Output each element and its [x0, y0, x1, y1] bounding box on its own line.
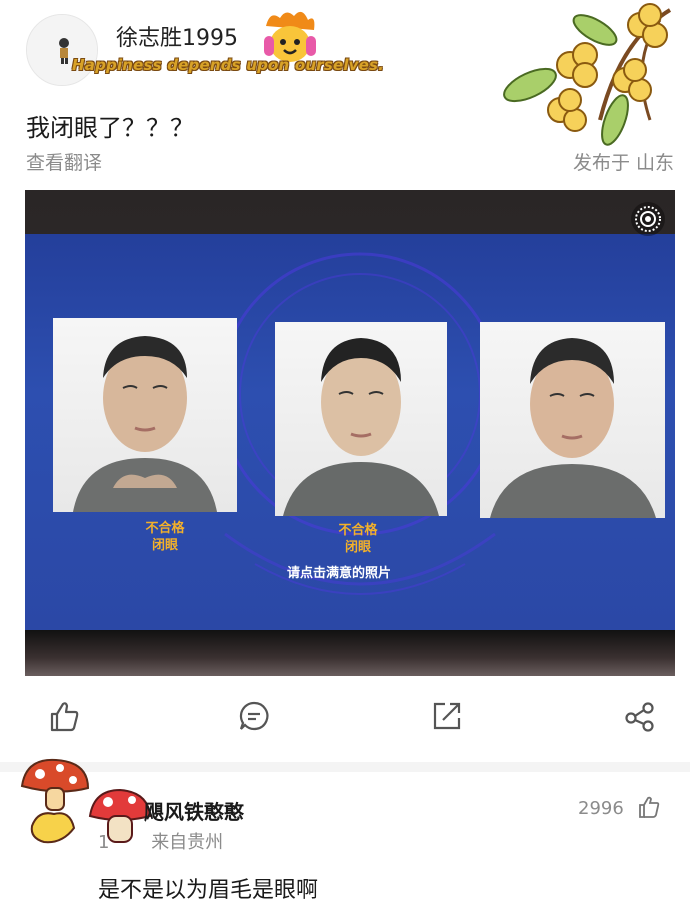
- comment-like-count: 2996: [578, 798, 624, 819]
- post-text: 我闭眼了？？？: [26, 114, 194, 142]
- live-photo-icon[interactable]: [631, 202, 665, 236]
- photo-1-status-label: 不合格: [145, 521, 185, 536]
- author-avatar[interactable]: [26, 14, 98, 86]
- more-icon[interactable]: [620, 696, 660, 736]
- photo-2-status-reason: 闭眼: [344, 540, 371, 555]
- like-icon[interactable]: [44, 696, 84, 736]
- mushroom-decoration-icon: [18, 756, 90, 848]
- avatar-figure-icon: [27, 15, 97, 85]
- portrait-1-icon: [73, 336, 217, 512]
- comment-icon[interactable]: [234, 696, 274, 736]
- translate-link[interactable]: 查看翻译: [26, 148, 102, 175]
- osmanthus-decoration-icon: [500, 0, 690, 150]
- photo-1-status: 不合格 闭眼: [120, 520, 210, 554]
- profile-motto: Happiness depends upon ourselves.: [72, 56, 385, 74]
- comment-meta: 1 来自贵州: [98, 828, 223, 854]
- commenter-name[interactable]: 飓风铁憨憨: [144, 796, 244, 825]
- post-location: 发布于 山东: [572, 152, 674, 174]
- portrait-3-icon: [490, 338, 656, 518]
- photo-option-3[interactable]: [480, 322, 665, 518]
- kiosk-prompt: 请点击满意的照片: [287, 566, 392, 581]
- monitor-bezel: [25, 630, 675, 676]
- photo-2-status-label: 不合格: [338, 523, 378, 538]
- photo-1-status-reason: 闭眼: [151, 538, 178, 553]
- comment-source: 来自贵州: [151, 832, 224, 853]
- comment-date: 1: [98, 832, 110, 853]
- photo-option-2[interactable]: [275, 322, 447, 516]
- comment-like-icon[interactable]: [636, 794, 662, 820]
- photo-2-status: 不合格 闭眼: [313, 522, 403, 556]
- portrait-2-icon: [283, 338, 439, 516]
- share-icon[interactable]: [427, 696, 467, 736]
- post-action-bar: [0, 696, 690, 746]
- post-image[interactable]: 不合格 闭眼 不合格 闭眼 请点击满意的照片: [25, 190, 675, 676]
- section-divider: [0, 762, 690, 772]
- comment-text: 是不是以为眉毛是眼啊: [98, 878, 319, 903]
- photo-option-1[interactable]: [53, 318, 237, 512]
- author-name[interactable]: 徐志胜1995: [116, 20, 238, 52]
